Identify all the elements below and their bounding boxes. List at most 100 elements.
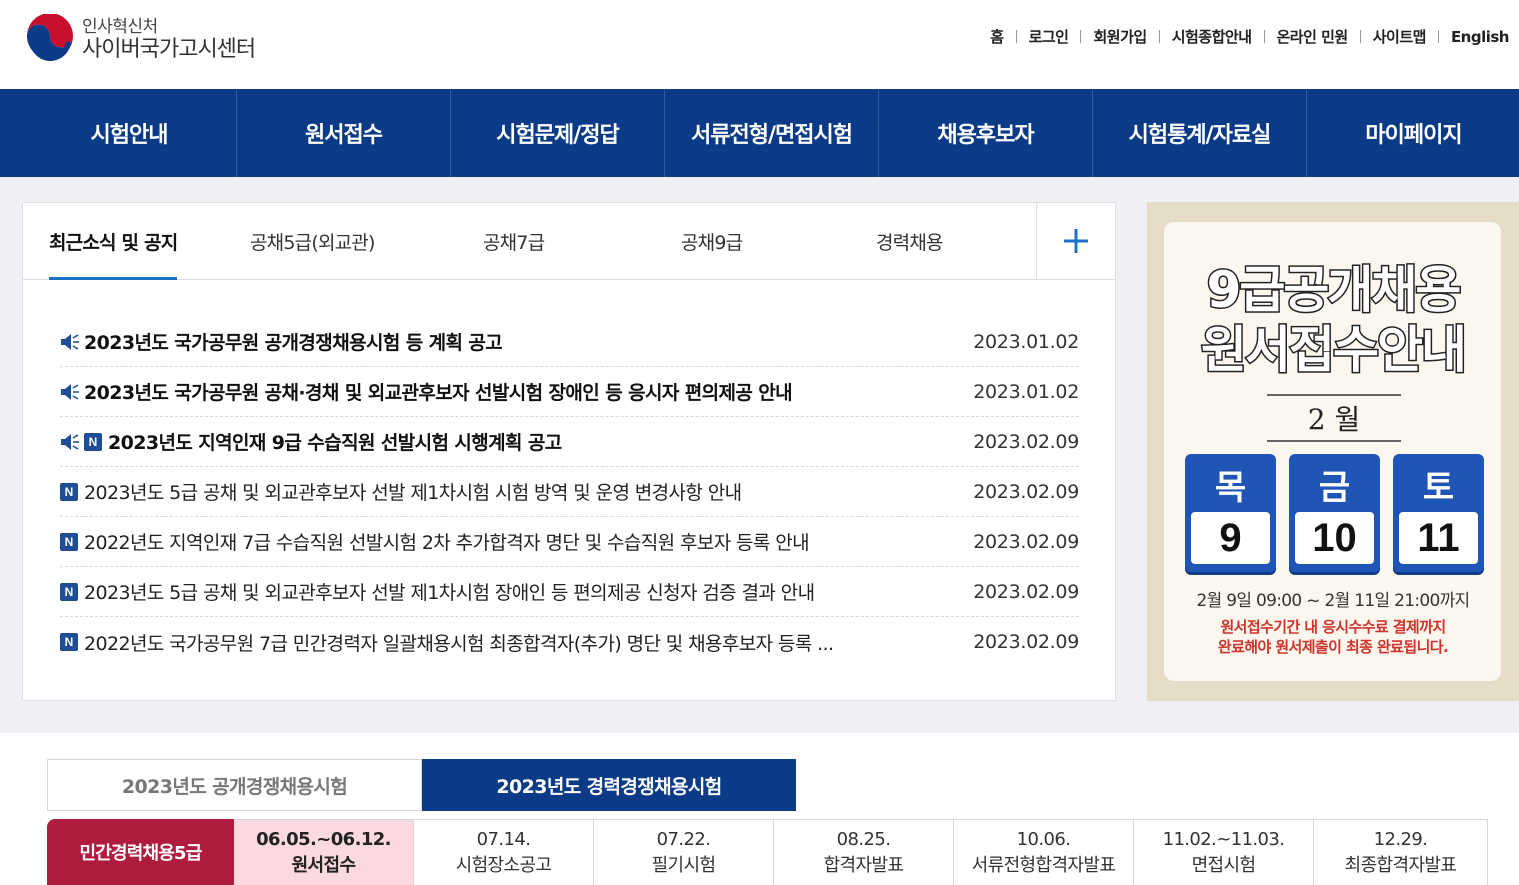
speaker-icon [61, 433, 79, 450]
notice-title: 2023년도 국가공무원 공채·경채 및 외교관후보자 선발시험 장애인 등 응… [84, 382, 793, 404]
util-link-sitemap[interactable]: 사이트맵 [1373, 26, 1427, 47]
schedule-row-label: 민간경력채용5급 [47, 819, 234, 885]
step-label: 서류전형합격자발표 [971, 854, 1116, 876]
tab-open-competition[interactable]: 2023년도 공개경쟁채용시험 [47, 759, 422, 811]
notice-panel: 최근소식 및 공지 공채5급(외교관) 공채7급 공채9급 경력채용 2023년… [22, 202, 1116, 701]
day-number: 9 [1191, 512, 1270, 564]
banner-day-card: 토 11 [1393, 454, 1484, 572]
list-item[interactable]: N 2023년도 5급 공채 및 외교관후보자 선발 제1차시험 장애인 등 편… [60, 567, 1079, 617]
utility-nav: 홈 로그인 회원가입 시험종합안내 온라인 민원 사이트맵 English [990, 26, 1509, 47]
notice-list: 2023년도 국가공무원 공개경쟁채용시험 등 계획 공고 2023.01.02… [60, 317, 1079, 667]
new-badge-icon: N [84, 432, 102, 451]
banner-title-line2: 원서접수안내 [1200, 320, 1469, 381]
notice-date: 2023.01.02 [973, 330, 1079, 353]
day-number: 10 [1295, 512, 1374, 564]
banner-period: 2월 9일 09:00 ~ 2월 11일 21:00까지 [1196, 591, 1471, 611]
notice-title: 2022년도 지역인재 7급 수습직원 선발시험 2차 추가합격자 명단 및 수… [84, 532, 810, 554]
util-link-login[interactable]: 로그인 [1029, 26, 1069, 47]
site-header: 인사혁신처 사이버국가고시센터 홈 로그인 회원가입 시험종합안내 온라인 민원… [0, 0, 1519, 89]
list-item[interactable]: 2023년도 국가공무원 공개경쟁채용시험 등 계획 공고 2023.01.02 [60, 317, 1079, 367]
notice-title: 2023년도 5급 공채 및 외교관후보자 선발 제1차시험 장애인 등 편의제… [84, 582, 815, 604]
notice-title: 2023년도 5급 공채 및 외교관후보자 선발 제1차시험 시험 방역 및 운… [84, 482, 742, 504]
tab-recent-news[interactable]: 최근소식 및 공지 [49, 203, 178, 280]
speaker-icon [61, 383, 79, 400]
step-label: 원서접수 [291, 854, 356, 876]
list-item[interactable]: N 2023년도 지역인재 9급 수습직원 선발시험 시행계획 공고 2023.… [60, 417, 1079, 467]
nav-item-exam-info[interactable]: 시험안내 [22, 89, 236, 177]
step-date: 12.29. [1373, 829, 1428, 851]
schedule-step: 12.29. 최종합격자발표 [1314, 819, 1488, 885]
notice-date: 2023.02.09 [973, 631, 1079, 653]
util-link-exam-guide[interactable]: 시험종합안내 [1172, 26, 1252, 47]
more-button[interactable] [1036, 203, 1115, 279]
notice-date: 2023.02.09 [973, 480, 1079, 503]
list-item[interactable]: N 2022년도 지역인재 7급 수습직원 선발시험 2차 추가합격자 명단 및… [60, 517, 1079, 567]
step-date: 07.22. [656, 829, 711, 851]
exam-banner[interactable]: 9급공개채용 원서접수안내 2 월 목 9 금 10 토 11 2월 9일 09… [1147, 202, 1519, 701]
util-link-home[interactable]: 홈 [990, 26, 1004, 47]
tab-grade9[interactable]: 공채9급 [681, 203, 743, 279]
plus-icon [1064, 229, 1088, 253]
new-badge-icon: N [60, 482, 78, 501]
divider [1359, 30, 1361, 43]
step-label: 합격자발표 [823, 854, 904, 876]
step-date: 06.05.~06.12. [256, 829, 391, 851]
schedule-row: 민간경력채용5급 06.05.~06.12. 원서접수 07.14. 시험장소공… [47, 819, 1488, 885]
banner-month: 2 월 [1267, 394, 1401, 442]
schedule-step: 10.06. 서류전형합격자발표 [954, 819, 1134, 885]
list-item[interactable]: N 2023년도 5급 공채 및 외교관후보자 선발 제1차시험 시험 방역 및… [60, 467, 1079, 517]
banner-note-line2: 완료해야 원서제출이 최종 완료됩니다. [1217, 638, 1449, 656]
divider [1263, 30, 1265, 43]
day-of-week: 금 [1318, 468, 1351, 508]
util-link-english[interactable]: English [1451, 28, 1510, 46]
banner-day-card: 금 10 [1289, 454, 1380, 572]
nav-item-document-interview[interactable]: 서류전형/면접시험 [664, 89, 878, 177]
step-label: 최종합격자발표 [1344, 854, 1457, 876]
notice-title: 2023년도 지역인재 9급 수습직원 선발시험 시행계획 공고 [108, 432, 562, 454]
notice-title: 2023년도 국가공무원 공개경쟁채용시험 등 계획 공고 [84, 332, 503, 354]
tab-career[interactable]: 경력채용 [876, 203, 944, 279]
site-logo[interactable]: 인사혁신처 사이버국가고시센터 [24, 14, 256, 66]
day-of-week: 토 [1422, 468, 1455, 508]
schedule-step: 11.02.~11.03. 면접시험 [1134, 819, 1314, 885]
step-date: 11.02.~11.03. [1162, 829, 1285, 851]
util-link-online-petition[interactable]: 온라인 민원 [1277, 26, 1349, 47]
day-number: 11 [1399, 512, 1478, 564]
divider [1015, 30, 1017, 43]
step-label: 면접시험 [1191, 854, 1256, 876]
org-name: 인사혁신처 [82, 16, 158, 37]
banner-day-card: 목 9 [1185, 454, 1276, 572]
nav-item-application[interactable]: 원서접수 [236, 89, 450, 177]
step-date: 08.25. [836, 829, 891, 851]
divider [1158, 30, 1160, 43]
step-date: 10.06. [1016, 829, 1071, 851]
new-badge-icon: N [60, 633, 78, 651]
taegeuk-logo-icon [25, 14, 75, 65]
nav-item-statistics[interactable]: 시험통계/자료실 [1092, 89, 1306, 177]
site-title: 사이버국가고시센터 [82, 37, 256, 63]
list-item[interactable]: 2023년도 국가공무원 공채·경채 및 외교관후보자 선발시험 장애인 등 응… [60, 367, 1079, 417]
schedule-step: 07.14. 시험장소공고 [414, 819, 594, 885]
nav-item-candidates[interactable]: 채용후보자 [878, 89, 1092, 177]
notice-date: 2023.01.02 [973, 380, 1079, 403]
nav-item-questions-answers[interactable]: 시험문제/정답 [450, 89, 664, 177]
new-badge-icon: N [60, 582, 78, 601]
step-date: 07.14. [476, 829, 531, 851]
divider [1080, 30, 1082, 43]
main-nav: 시험안내 원서접수 시험문제/정답 서류전형/면접시험 채용후보자 시험통계/자… [0, 89, 1519, 177]
notice-title: 2022년도 국가공무원 7급 민간경력자 일괄채용시험 최종합격자(추가) 명… [84, 632, 834, 655]
notice-date: 2023.02.09 [973, 580, 1079, 603]
schedule-tabs: 2023년도 공개경쟁채용시험 2023년도 경력경쟁채용시험 [47, 759, 796, 811]
step-label: 필기시험 [651, 854, 716, 876]
tab-grade5-diplomat[interactable]: 공채5급(외교관) [250, 203, 375, 279]
day-of-week: 목 [1214, 468, 1247, 508]
notice-date: 2023.02.09 [973, 530, 1079, 553]
list-item[interactable]: N 2022년도 국가공무원 7급 민간경력자 일괄채용시험 최종합격자(추가)… [60, 617, 1079, 667]
tab-grade7[interactable]: 공채7급 [483, 203, 545, 279]
schedule-step: 06.05.~06.12. 원서접수 [234, 819, 414, 885]
notice-date: 2023.02.09 [973, 430, 1079, 453]
tab-career-competition[interactable]: 2023년도 경력경쟁채용시험 [422, 759, 796, 811]
util-link-signup[interactable]: 회원가입 [1093, 26, 1147, 47]
notice-tabs: 최근소식 및 공지 공채5급(외교관) 공채7급 공채9급 경력채용 [23, 203, 1115, 280]
nav-item-mypage[interactable]: 마이페이지 [1306, 89, 1519, 177]
